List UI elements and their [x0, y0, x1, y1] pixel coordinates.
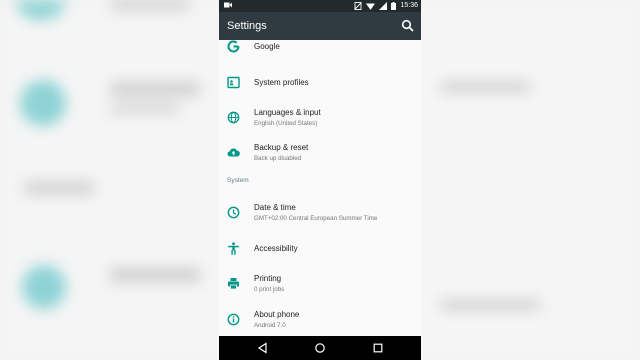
battery-icon: [391, 2, 397, 10]
printer-icon: [228, 278, 239, 290]
item-title: Date & time: [254, 203, 296, 212]
video-camera-icon: [224, 2, 232, 8]
list-item-about-phone[interactable]: About phone Android 7.0: [219, 303, 421, 335]
list-item-date-time[interactable]: Date & time GMT+02:00 Central European S…: [219, 196, 421, 228]
item-subtitle: Android 7.0: [254, 322, 286, 329]
recents-icon[interactable]: [372, 342, 384, 354]
item-title: About phone: [254, 310, 300, 319]
clock-icon: [227, 206, 240, 219]
status-time: 15:36: [400, 2, 418, 9]
back-icon[interactable]: [257, 342, 269, 354]
item-title: Google: [254, 42, 280, 51]
item-subtitle: 0 print jobs: [254, 286, 285, 293]
page-title: Settings: [227, 20, 267, 32]
navigation-bar: [219, 336, 421, 360]
app-bar: Settings: [219, 12, 421, 40]
settings-list: Google System profiles Languages & input…: [219, 40, 421, 336]
item-title: Printing: [254, 274, 282, 283]
list-item-system-profiles[interactable]: System profiles: [219, 65, 421, 97]
phone-screen: 15:36 Settings Google System profiles La…: [219, 0, 421, 360]
list-item-backup[interactable]: Backup & reset Back up disabled: [219, 136, 421, 168]
cloud-upload-icon: [227, 148, 240, 157]
list-item-printing[interactable]: Printing 0 print jobs: [219, 267, 421, 299]
info-icon: [227, 313, 240, 326]
item-subtitle: GMT+02:00 Central European Summer Time: [254, 215, 378, 222]
item-subtitle: English (United States): [254, 120, 318, 127]
section-header-system: System: [227, 177, 249, 184]
item-subtitle: Back up disabled: [254, 155, 302, 162]
accessibility-icon: [228, 242, 239, 255]
profile-card-icon: [227, 76, 240, 89]
home-icon[interactable]: [314, 342, 326, 354]
item-title: Languages & input: [254, 108, 321, 117]
item-title: System profiles: [254, 78, 309, 87]
list-item-languages[interactable]: Languages & input English (United States…: [219, 101, 421, 133]
google-g-icon: [227, 40, 240, 53]
item-title: Backup & reset: [254, 143, 309, 152]
wifi-icon: [366, 3, 376, 10]
no-sim-icon: [354, 2, 363, 10]
status-bar: 15:36: [219, 0, 421, 12]
globe-icon: [227, 111, 240, 124]
list-item-accessibility[interactable]: Accessibility: [219, 232, 421, 264]
item-title: Accessibility: [254, 244, 298, 253]
list-item-google[interactable]: Google: [219, 40, 421, 62]
signal-icon: [379, 2, 388, 10]
search-icon[interactable]: [400, 18, 416, 34]
